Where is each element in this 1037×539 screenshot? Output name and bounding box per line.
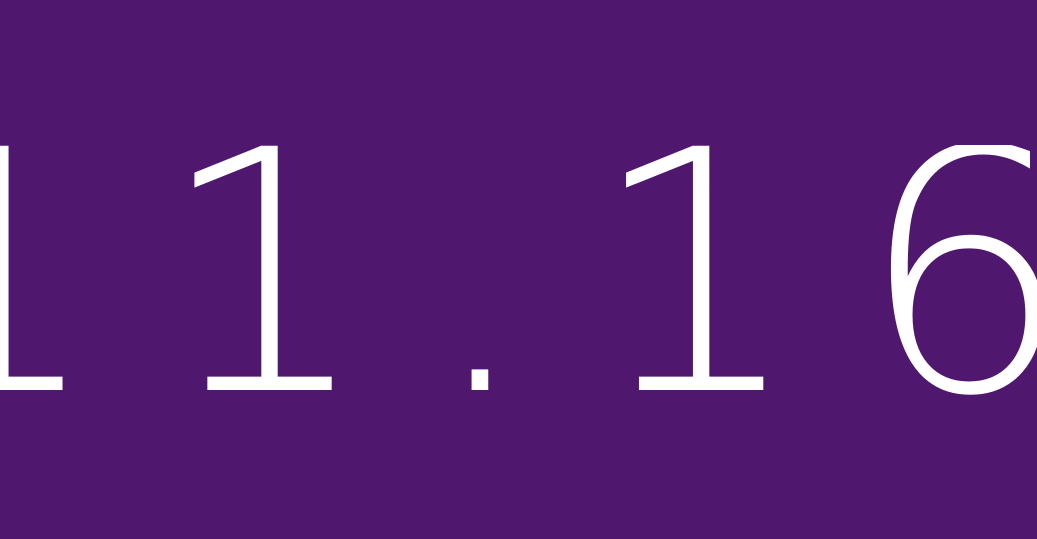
large-number-text: 11.16 [0,145,1037,395]
large-number-display: 11.16 [0,145,1037,395]
background-panel: 11.16 [0,0,1037,539]
